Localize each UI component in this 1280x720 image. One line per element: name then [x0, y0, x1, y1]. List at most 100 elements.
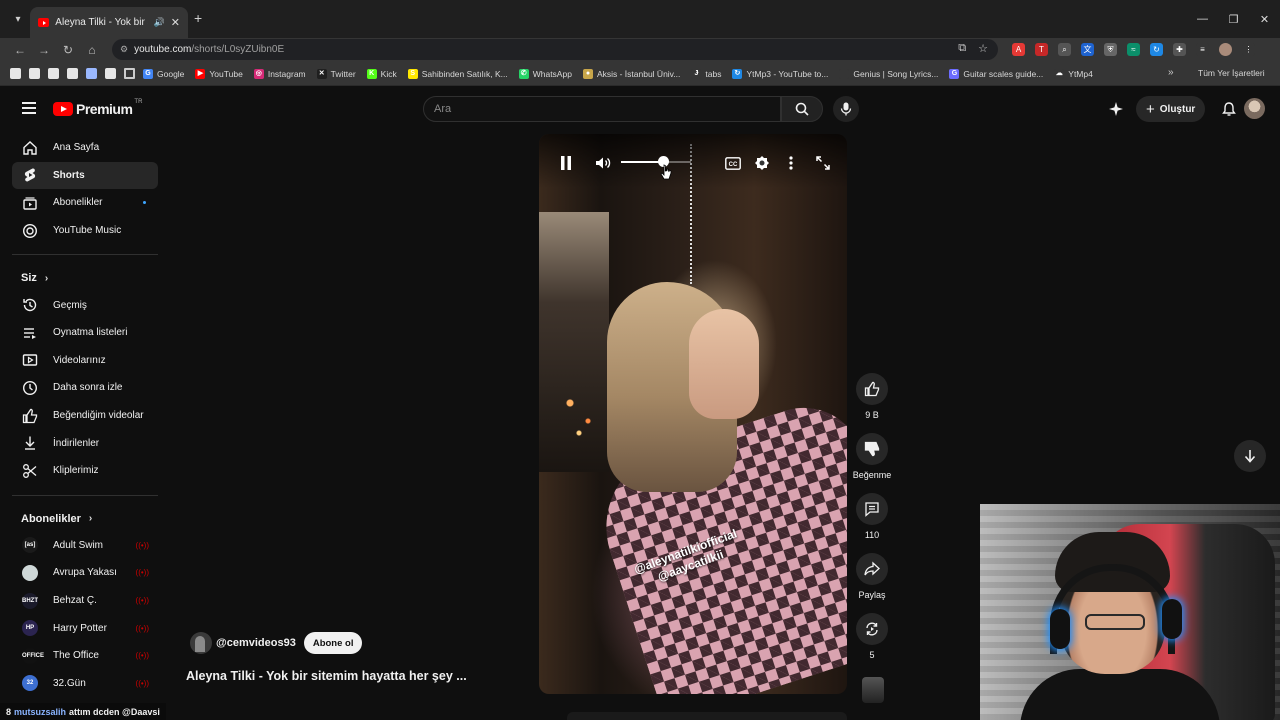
subscribe-button[interactable]: Abone ol — [303, 632, 363, 654]
close-window-button[interactable]: ✕ — [1249, 0, 1280, 38]
search-extension-icon[interactable]: ⌕ — [1058, 43, 1071, 56]
sparkle-icon[interactable] — [1108, 101, 1124, 117]
menu-icon[interactable] — [22, 102, 36, 117]
live-indicator-icon: ((•)) — [135, 568, 149, 578]
sidebar-item-watch-later[interactable]: Daha sonra izle — [12, 374, 158, 402]
subscription-item[interactable]: HP Harry Potter ((•)) — [12, 614, 158, 642]
translate-extension-icon[interactable]: 文 — [1081, 43, 1094, 56]
browser-menu-icon[interactable]: ⋮ — [1242, 43, 1255, 56]
bookmark-item[interactable]: ▶ YouTube — [195, 68, 243, 79]
bookmark-item[interactable]: ● Aksis - İstanbul Üniv... — [582, 68, 680, 79]
fullscreen-button[interactable] — [814, 154, 832, 172]
bookmark-item[interactable]: ✕ Twitter — [316, 68, 356, 79]
adblock-extension-icon[interactable]: A — [1012, 43, 1025, 56]
settings-button[interactable] — [753, 154, 771, 172]
subscription-item[interactable]: BHZT Behzat Ç. ((•)) — [12, 587, 158, 615]
all-bookmarks-link[interactable]: Tüm Yer İşaretleri — [1198, 68, 1265, 78]
subscription-item[interactable]: Avrupa Yakası ((•)) — [12, 559, 158, 587]
mute-button[interactable] — [594, 154, 612, 172]
subscriptions-heading[interactable]: Abonelikler › — [12, 506, 158, 532]
shorts-player[interactable]: @aleynatilkiofficial @aaycatilkii CC — [539, 134, 847, 694]
bookmark-app-icon[interactable] — [105, 68, 116, 79]
bookmark-item[interactable]: ✆ WhatsApp — [518, 68, 572, 79]
bookmark-item[interactable]: ☁ YtMp4 — [1054, 68, 1093, 79]
arrow-down-icon — [1244, 450, 1256, 463]
reload-button[interactable]: ↻ — [56, 43, 80, 57]
pause-button[interactable] — [557, 154, 575, 172]
home-button[interactable]: ⌂ — [80, 43, 104, 57]
maximize-button[interactable]: ❐ — [1218, 0, 1249, 38]
back-button[interactable]: ← — [8, 43, 32, 57]
sidebar-item-scissors[interactable]: Kliplerimiz — [12, 457, 158, 485]
shield-extension-icon[interactable]: ⛨ — [1104, 43, 1117, 56]
apps-grid-icon[interactable] — [124, 68, 135, 79]
bookmark-item[interactable]: G Google — [143, 68, 184, 79]
tab-audio-icon[interactable]: 🔊 — [154, 17, 165, 28]
bookmark-item[interactable]: Genius | Song Lyrics... — [839, 68, 938, 79]
scripts-extension-icon[interactable]: ≈ — [1127, 43, 1140, 56]
short-title[interactable]: Aleyna Tilki - Yok bir sitemim hayatta h… — [186, 669, 467, 683]
bookmark-app-icon[interactable] — [10, 68, 21, 79]
subscription-item[interactable]: OFFICE The Office ((•)) — [12, 642, 158, 670]
next-short-button[interactable] — [1234, 440, 1266, 472]
bookmark-item[interactable]: Ɉtabs — [691, 68, 721, 79]
sidebar-item-shorts[interactable]: Shorts — [12, 161, 158, 190]
share-button[interactable] — [856, 553, 888, 585]
sidebar-item-like[interactable]: Beğendiğim videolar — [12, 402, 158, 430]
extensions-bar: A T ⌕ 文 ⛨ ≈ ↻ ✚ ≡ ⋮ — [1012, 43, 1255, 56]
tab-close-icon[interactable]: ✕ — [171, 16, 180, 29]
dislike-button[interactable] — [856, 433, 888, 465]
remix-button[interactable] — [856, 613, 888, 645]
bookmarks-overflow-icon[interactable]: » — [1168, 67, 1174, 78]
bookmark-item[interactable]: ↻ YtMp3 - YouTube to... — [732, 68, 828, 79]
search-button[interactable] — [781, 96, 823, 122]
sidebar-item-download[interactable]: İndirilenler — [12, 429, 158, 457]
puzzle-extensions-icon[interactable]: ✚ — [1173, 43, 1186, 56]
bookmark-app-icon[interactable] — [29, 68, 40, 79]
create-button[interactable]: + Oluştur — [1136, 96, 1206, 122]
sound-thumbnail[interactable] — [862, 677, 884, 703]
new-tab-button[interactable]: + — [194, 10, 202, 26]
account-avatar[interactable] — [1244, 98, 1265, 119]
bookmark-app-icon[interactable] — [48, 68, 59, 79]
bookmark-item[interactable]: K Kick — [366, 68, 397, 79]
voice-search-button[interactable] — [833, 96, 859, 122]
chevron-right-icon: › — [88, 513, 93, 525]
site-info-icon[interactable]: ⚙ — [120, 44, 128, 55]
more-options-button[interactable] — [782, 154, 800, 172]
captions-button[interactable]: CC — [724, 154, 742, 172]
forward-button[interactable]: → — [32, 43, 56, 57]
subscription-item[interactable]: [as] Adult Swim ((•)) — [12, 532, 158, 560]
comments-button[interactable] — [856, 493, 888, 525]
you-section-heading[interactable]: Siz › — [12, 265, 158, 291]
sidebar-item-music[interactable]: YouTube Music — [12, 217, 158, 245]
media-controls-icon[interactable]: ≡ — [1196, 43, 1209, 56]
sync-extension-icon[interactable]: ↻ — [1150, 43, 1163, 56]
bookmark-app-icon[interactable] — [86, 68, 97, 79]
notifications-bell-icon[interactable] — [1221, 101, 1237, 117]
sidebar-item-subscriptions[interactable]: Abonelikler — [12, 189, 158, 217]
sidebar-item-home[interactable]: Ana Sayfa — [12, 134, 158, 162]
subscription-item[interactable]: 32 32.Gün ((•)) — [12, 670, 158, 698]
sidebar-item-history[interactable]: Geçmiş — [12, 291, 158, 319]
search-input[interactable]: Ara — [423, 96, 781, 122]
bookmark-item[interactable]: S Sahibinden Satılık, K... — [407, 68, 508, 79]
bookmark-item[interactable]: ◎ Instagram — [253, 68, 306, 79]
sidebar-item-playlist[interactable]: Oynatma listeleri — [12, 319, 158, 347]
bookmark-star-icon[interactable]: ☆ — [978, 42, 988, 55]
bookmark-app-icon[interactable] — [67, 68, 78, 79]
address-bar[interactable]: ⚙ youtube.com/shorts/L0syZUibn0E ⧉ ☆ — [112, 39, 998, 60]
bookmark-item[interactable]: G Guitar scales guide... — [949, 68, 1043, 79]
sidebar-item-your-videos[interactable]: Videolarınız — [12, 347, 158, 375]
channel-handle[interactable]: @cemvideos93 — [216, 637, 296, 649]
minimize-button[interactable]: — — [1187, 0, 1218, 38]
install-app-icon[interactable]: ⧉ — [958, 42, 966, 55]
browser-tab[interactable]: Aleyna Tilki - Yok bir sitemim hayatta h… — [30, 7, 188, 38]
channel-avatar[interactable] — [190, 632, 212, 654]
like-button[interactable] — [856, 373, 888, 405]
bookmark-favicon-icon: ↻ — [732, 68, 743, 79]
youtube-premium-logo[interactable]: Premium TR — [53, 99, 142, 117]
profile-avatar-icon[interactable] — [1219, 43, 1232, 56]
tp-extension-icon[interactable]: T — [1035, 43, 1048, 56]
volume-slider[interactable] — [621, 156, 691, 167]
